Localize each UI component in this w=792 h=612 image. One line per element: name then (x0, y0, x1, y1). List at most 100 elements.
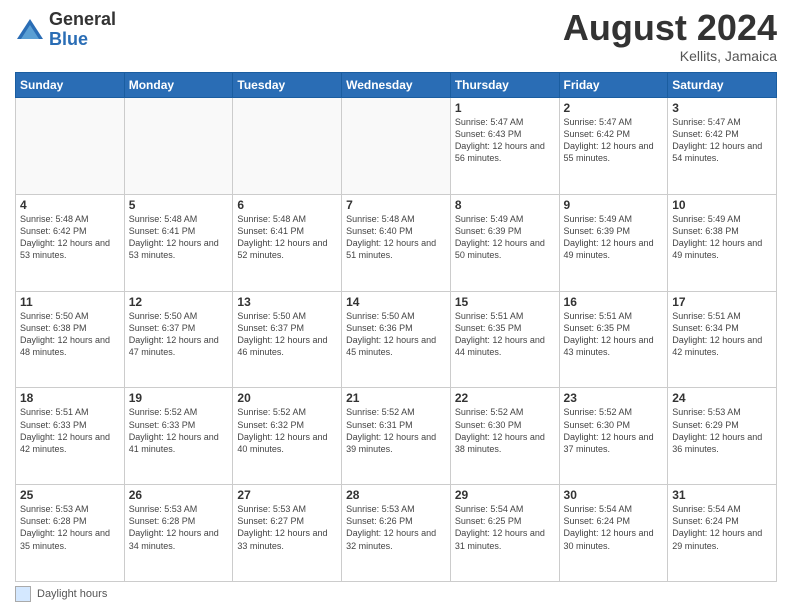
day-number: 19 (129, 391, 229, 405)
day-number: 2 (564, 101, 664, 115)
day-info: Sunrise: 5:50 AMSunset: 6:36 PMDaylight:… (346, 311, 436, 357)
calendar-day-cell: 26 Sunrise: 5:53 AMSunset: 6:28 PMDaylig… (124, 485, 233, 582)
title-block: August 2024 Kellits, Jamaica (563, 10, 777, 64)
calendar-day-cell: 9 Sunrise: 5:49 AMSunset: 6:39 PMDayligh… (559, 194, 668, 291)
calendar-day-cell: 8 Sunrise: 5:49 AMSunset: 6:39 PMDayligh… (450, 194, 559, 291)
day-info: Sunrise: 5:51 AMSunset: 6:35 PMDaylight:… (455, 311, 545, 357)
calendar-day-cell: 7 Sunrise: 5:48 AMSunset: 6:40 PMDayligh… (342, 194, 451, 291)
calendar-day-header: Monday (124, 73, 233, 98)
calendar-day-cell: 22 Sunrise: 5:52 AMSunset: 6:30 PMDaylig… (450, 388, 559, 485)
page: General Blue August 2024 Kellits, Jamaic… (0, 0, 792, 612)
day-info: Sunrise: 5:53 AMSunset: 6:26 PMDaylight:… (346, 504, 436, 550)
day-info: Sunrise: 5:51 AMSunset: 6:34 PMDaylight:… (672, 311, 762, 357)
day-number: 30 (564, 488, 664, 502)
calendar-table: SundayMondayTuesdayWednesdayThursdayFrid… (15, 72, 777, 582)
day-number: 6 (237, 198, 337, 212)
calendar-day-cell: 20 Sunrise: 5:52 AMSunset: 6:32 PMDaylig… (233, 388, 342, 485)
day-number: 21 (346, 391, 446, 405)
calendar-week-row: 25 Sunrise: 5:53 AMSunset: 6:28 PMDaylig… (16, 485, 777, 582)
day-number: 11 (20, 295, 120, 309)
calendar-day-header: Saturday (668, 73, 777, 98)
calendar-day-header: Friday (559, 73, 668, 98)
calendar-day-cell: 23 Sunrise: 5:52 AMSunset: 6:30 PMDaylig… (559, 388, 668, 485)
day-number: 23 (564, 391, 664, 405)
calendar-day-cell: 2 Sunrise: 5:47 AMSunset: 6:42 PMDayligh… (559, 98, 668, 195)
day-number: 7 (346, 198, 446, 212)
calendar-day-cell: 21 Sunrise: 5:52 AMSunset: 6:31 PMDaylig… (342, 388, 451, 485)
day-info: Sunrise: 5:53 AMSunset: 6:29 PMDaylight:… (672, 407, 762, 453)
calendar-day-cell: 13 Sunrise: 5:50 AMSunset: 6:37 PMDaylig… (233, 291, 342, 388)
calendar-day-cell: 12 Sunrise: 5:50 AMSunset: 6:37 PMDaylig… (124, 291, 233, 388)
day-info: Sunrise: 5:53 AMSunset: 6:28 PMDaylight:… (20, 504, 110, 550)
day-number: 12 (129, 295, 229, 309)
day-number: 8 (455, 198, 555, 212)
day-number: 26 (129, 488, 229, 502)
day-number: 5 (129, 198, 229, 212)
month-year: August 2024 (563, 10, 777, 46)
calendar-day-header: Sunday (16, 73, 125, 98)
calendar-day-cell: 17 Sunrise: 5:51 AMSunset: 6:34 PMDaylig… (668, 291, 777, 388)
calendar-day-cell: 14 Sunrise: 5:50 AMSunset: 6:36 PMDaylig… (342, 291, 451, 388)
calendar-day-header: Thursday (450, 73, 559, 98)
day-info: Sunrise: 5:54 AMSunset: 6:24 PMDaylight:… (672, 504, 762, 550)
day-info: Sunrise: 5:52 AMSunset: 6:33 PMDaylight:… (129, 407, 219, 453)
day-number: 25 (20, 488, 120, 502)
calendar-day-cell: 10 Sunrise: 5:49 AMSunset: 6:38 PMDaylig… (668, 194, 777, 291)
day-number: 17 (672, 295, 772, 309)
day-number: 4 (20, 198, 120, 212)
day-info: Sunrise: 5:54 AMSunset: 6:24 PMDaylight:… (564, 504, 654, 550)
day-info: Sunrise: 5:51 AMSunset: 6:35 PMDaylight:… (564, 311, 654, 357)
day-info: Sunrise: 5:49 AMSunset: 6:39 PMDaylight:… (564, 214, 654, 260)
calendar-day-cell: 25 Sunrise: 5:53 AMSunset: 6:28 PMDaylig… (16, 485, 125, 582)
day-info: Sunrise: 5:49 AMSunset: 6:39 PMDaylight:… (455, 214, 545, 260)
calendar-day-cell: 29 Sunrise: 5:54 AMSunset: 6:25 PMDaylig… (450, 485, 559, 582)
calendar-day-cell: 31 Sunrise: 5:54 AMSunset: 6:24 PMDaylig… (668, 485, 777, 582)
day-number: 24 (672, 391, 772, 405)
day-number: 31 (672, 488, 772, 502)
daylight-legend-label: Daylight hours (37, 588, 107, 600)
calendar-week-row: 1 Sunrise: 5:47 AMSunset: 6:43 PMDayligh… (16, 98, 777, 195)
calendar-day-cell (124, 98, 233, 195)
calendar-day-cell: 11 Sunrise: 5:50 AMSunset: 6:38 PMDaylig… (16, 291, 125, 388)
day-info: Sunrise: 5:52 AMSunset: 6:32 PMDaylight:… (237, 407, 327, 453)
day-info: Sunrise: 5:52 AMSunset: 6:30 PMDaylight:… (455, 407, 545, 453)
day-info: Sunrise: 5:52 AMSunset: 6:31 PMDaylight:… (346, 407, 436, 453)
calendar-day-cell: 16 Sunrise: 5:51 AMSunset: 6:35 PMDaylig… (559, 291, 668, 388)
calendar-day-cell: 15 Sunrise: 5:51 AMSunset: 6:35 PMDaylig… (450, 291, 559, 388)
day-info: Sunrise: 5:51 AMSunset: 6:33 PMDaylight:… (20, 407, 110, 453)
day-number: 10 (672, 198, 772, 212)
calendar-day-cell: 24 Sunrise: 5:53 AMSunset: 6:29 PMDaylig… (668, 388, 777, 485)
day-info: Sunrise: 5:48 AMSunset: 6:41 PMDaylight:… (129, 214, 219, 260)
day-info: Sunrise: 5:47 AMSunset: 6:43 PMDaylight:… (455, 117, 545, 163)
calendar-day-cell (233, 98, 342, 195)
calendar-day-cell: 30 Sunrise: 5:54 AMSunset: 6:24 PMDaylig… (559, 485, 668, 582)
day-info: Sunrise: 5:48 AMSunset: 6:41 PMDaylight:… (237, 214, 327, 260)
calendar-week-row: 4 Sunrise: 5:48 AMSunset: 6:42 PMDayligh… (16, 194, 777, 291)
calendar-day-cell: 1 Sunrise: 5:47 AMSunset: 6:43 PMDayligh… (450, 98, 559, 195)
calendar-day-cell: 19 Sunrise: 5:52 AMSunset: 6:33 PMDaylig… (124, 388, 233, 485)
day-number: 16 (564, 295, 664, 309)
day-number: 14 (346, 295, 446, 309)
calendar-day-cell: 28 Sunrise: 5:53 AMSunset: 6:26 PMDaylig… (342, 485, 451, 582)
day-info: Sunrise: 5:52 AMSunset: 6:30 PMDaylight:… (564, 407, 654, 453)
logo-general: General (49, 10, 116, 30)
logo-text: General Blue (49, 10, 116, 50)
header: General Blue August 2024 Kellits, Jamaic… (15, 10, 777, 64)
day-info: Sunrise: 5:54 AMSunset: 6:25 PMDaylight:… (455, 504, 545, 550)
day-number: 20 (237, 391, 337, 405)
day-number: 3 (672, 101, 772, 115)
day-number: 18 (20, 391, 120, 405)
day-number: 28 (346, 488, 446, 502)
daylight-legend-box (15, 586, 31, 602)
calendar-day-cell: 27 Sunrise: 5:53 AMSunset: 6:27 PMDaylig… (233, 485, 342, 582)
day-info: Sunrise: 5:48 AMSunset: 6:40 PMDaylight:… (346, 214, 436, 260)
calendar-day-header: Tuesday (233, 73, 342, 98)
calendar-day-cell (16, 98, 125, 195)
day-info: Sunrise: 5:48 AMSunset: 6:42 PMDaylight:… (20, 214, 110, 260)
day-number: 22 (455, 391, 555, 405)
day-number: 1 (455, 101, 555, 115)
day-info: Sunrise: 5:50 AMSunset: 6:37 PMDaylight:… (129, 311, 219, 357)
day-info: Sunrise: 5:53 AMSunset: 6:27 PMDaylight:… (237, 504, 327, 550)
calendar-week-row: 11 Sunrise: 5:50 AMSunset: 6:38 PMDaylig… (16, 291, 777, 388)
logo-icon (15, 15, 45, 45)
